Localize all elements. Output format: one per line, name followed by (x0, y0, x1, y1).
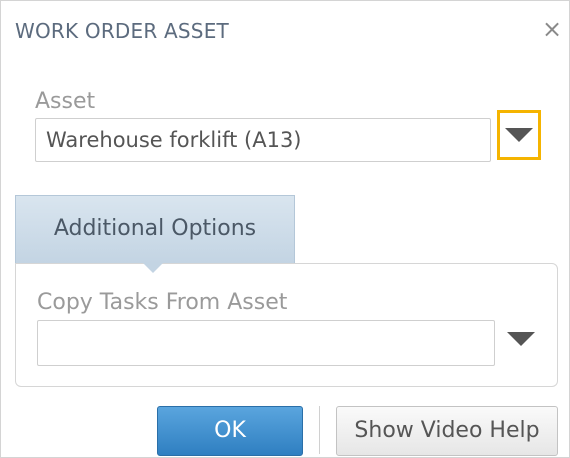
ok-button[interactable]: OK (157, 406, 303, 456)
asset-dropdown-button[interactable] (497, 110, 541, 160)
copy-tasks-label: Copy Tasks From Asset (37, 290, 288, 315)
show-video-help-button[interactable]: Show Video Help (336, 406, 558, 456)
asset-input[interactable] (35, 118, 491, 162)
dialog-title: WORK ORDER ASSET (15, 19, 229, 43)
copy-tasks-dropdown-button[interactable] (499, 314, 543, 364)
copy-tasks-input[interactable] (37, 320, 495, 366)
tab-pointer (143, 263, 163, 273)
triangle-down-icon (507, 332, 535, 346)
button-divider (319, 406, 320, 454)
triangle-down-icon (505, 128, 533, 142)
asset-label: Asset (35, 89, 96, 114)
tab-additional-options[interactable]: Additional Options (15, 195, 295, 263)
work-order-asset-dialog: WORK ORDER ASSET × Asset Additional Opti… (0, 0, 570, 458)
close-icon[interactable]: × (541, 17, 563, 41)
